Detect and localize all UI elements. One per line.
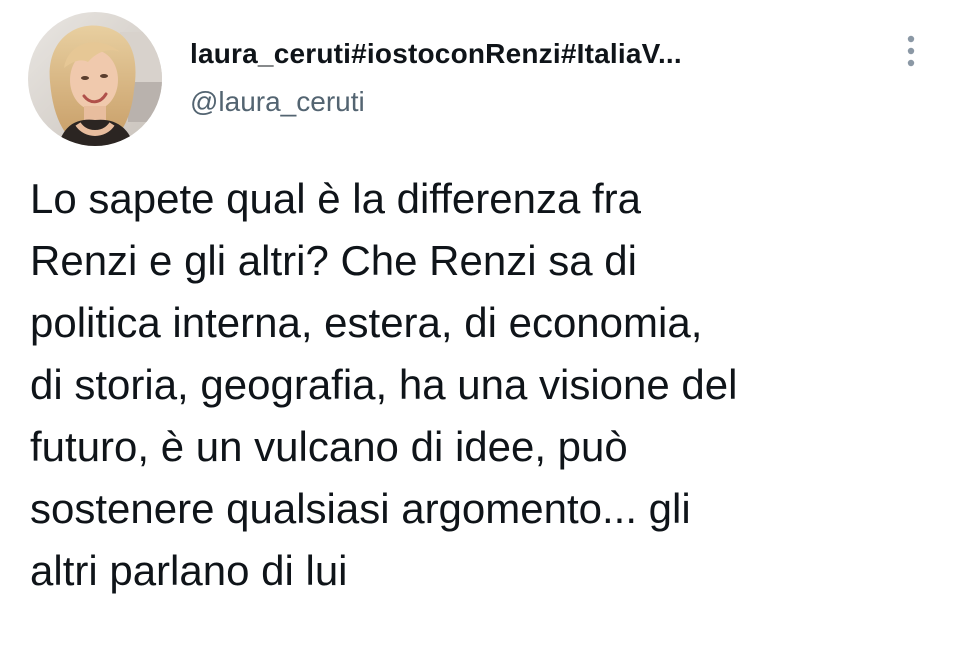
tweet-text: Lo sapete qual è la differenza fra Renzi… — [30, 175, 738, 594]
more-vertical-icon — [907, 35, 915, 67]
avatar-image — [28, 12, 162, 146]
author-display-name[interactable]: laura_ceruti#iostoconRenzi#ItaliaV... — [190, 38, 682, 70]
tweet-card: laura_ceruti#iostoconRenzi#ItaliaV... @l… — [0, 0, 960, 658]
more-options-button[interactable] — [896, 30, 926, 74]
avatar[interactable] — [28, 12, 162, 146]
author-handle[interactable]: @laura_ceruti — [190, 86, 365, 118]
